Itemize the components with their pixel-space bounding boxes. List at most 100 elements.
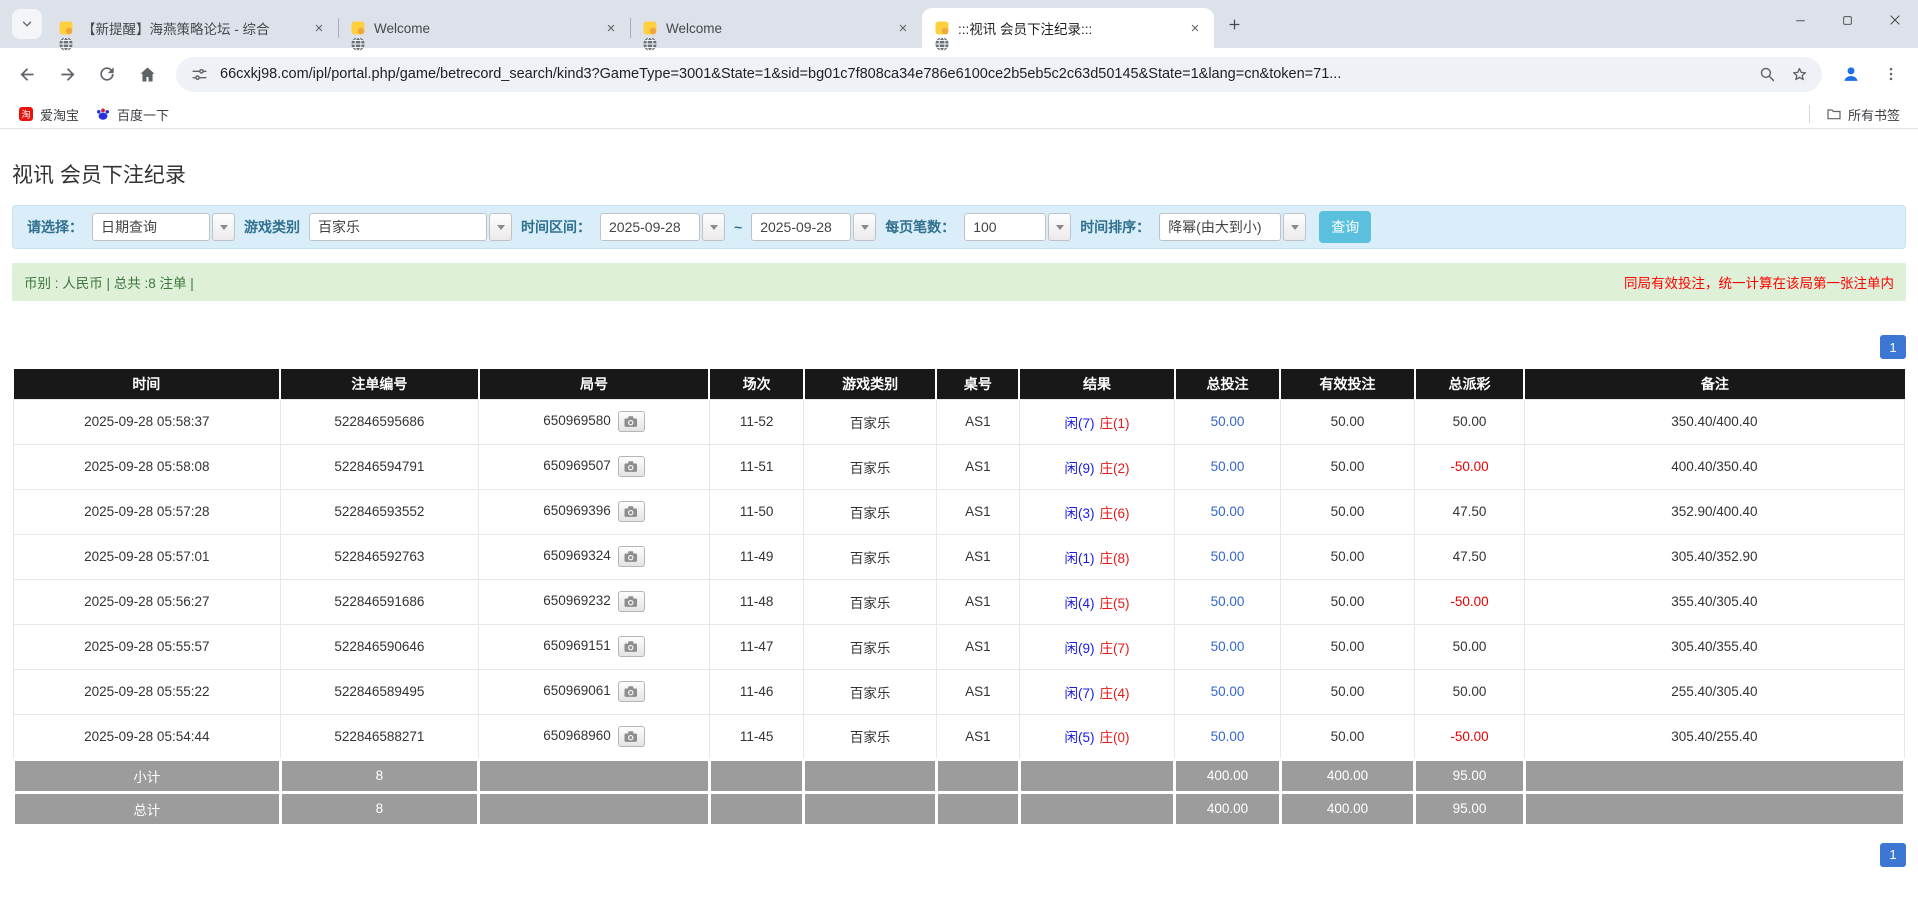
- column-header[interactable]: 时间: [14, 369, 281, 399]
- total-valid-bet: 400.00: [1280, 792, 1414, 825]
- cell-payout: 50.00: [1415, 399, 1525, 444]
- site-settings-icon[interactable]: [188, 63, 210, 85]
- column-header[interactable]: 总投注: [1175, 369, 1281, 399]
- browser-tab[interactable]: Welcome ×: [338, 8, 630, 48]
- browser-tab[interactable]: Welcome ×: [630, 8, 922, 48]
- cell-payout: -50.00: [1415, 579, 1525, 624]
- page-content: 视讯 会员下注纪录 请选择： 日期查询 游戏类别 百家乐 时间区间： 2025-…: [0, 159, 1918, 867]
- browser-tab[interactable]: :::视讯 会员下注纪录::: ×: [922, 8, 1214, 48]
- column-header[interactable]: 局号: [479, 369, 710, 399]
- tab-close-icon[interactable]: ×: [894, 19, 912, 37]
- page-number-button[interactable]: 1: [1880, 335, 1906, 359]
- tab-title: Welcome: [666, 21, 886, 36]
- menu-dots-icon[interactable]: [1874, 57, 1908, 91]
- window-maximize-button[interactable]: [1824, 0, 1871, 40]
- round-number: 650969061: [543, 683, 611, 698]
- result-player: 闲(4): [1064, 596, 1094, 611]
- cell-bet-id: 522846590646: [280, 624, 479, 669]
- bookmark-star-icon[interactable]: [1788, 63, 1810, 85]
- video-replay-button[interactable]: [618, 636, 645, 657]
- date-to-picker[interactable]: 2025-09-28: [751, 213, 876, 241]
- bookmark-item[interactable]: 淘 爱淘宝: [10, 102, 87, 127]
- address-bar[interactable]: 66cxkj98.com/ipl/portal.php/game/betreco…: [176, 57, 1822, 92]
- sort-value[interactable]: 降幂(由大到小): [1159, 213, 1281, 241]
- query-button[interactable]: 查询: [1319, 211, 1371, 243]
- profile-avatar[interactable]: [1834, 57, 1868, 91]
- column-header[interactable]: 场次: [709, 369, 804, 399]
- tab-close-icon[interactable]: ×: [1186, 19, 1204, 37]
- total-total-bet: 400.00: [1175, 792, 1281, 825]
- total-bet-link[interactable]: 50.00: [1211, 594, 1245, 609]
- date-from-dropdown-arrow[interactable]: [702, 213, 725, 241]
- column-header[interactable]: 有效投注: [1280, 369, 1414, 399]
- cell-bet-id: 522846595686: [280, 399, 479, 444]
- column-header[interactable]: 总派彩: [1415, 369, 1525, 399]
- column-header[interactable]: 备注: [1524, 369, 1904, 399]
- date-to-dropdown-arrow[interactable]: [853, 213, 876, 241]
- query-type-combobox[interactable]: 日期查询: [92, 213, 235, 241]
- reload-button[interactable]: [90, 57, 124, 91]
- home-button[interactable]: [130, 57, 164, 91]
- bookmark-label: 百度一下: [117, 105, 169, 124]
- page-size-dropdown-arrow[interactable]: [1048, 213, 1071, 241]
- window-minimize-button[interactable]: [1777, 0, 1824, 40]
- total-bet-link[interactable]: 50.00: [1211, 684, 1245, 699]
- result-banker: 庄(2): [1099, 461, 1129, 476]
- page-size-value[interactable]: 100: [964, 213, 1046, 241]
- folder-icon: [1826, 106, 1842, 122]
- new-tab-button[interactable]: [1220, 10, 1248, 38]
- back-button[interactable]: [10, 57, 44, 91]
- cell-bet-id: 522846594791: [280, 444, 479, 489]
- bookmark-label: 爱淘宝: [40, 105, 79, 124]
- sort-combobox[interactable]: 降幂(由大到小): [1159, 213, 1306, 241]
- total-bet-link[interactable]: 50.00: [1211, 639, 1245, 654]
- video-replay-button[interactable]: [618, 456, 645, 477]
- query-type-value[interactable]: 日期查询: [92, 213, 210, 241]
- zoom-icon[interactable]: [1756, 63, 1778, 85]
- browser-tab[interactable]: 【新提醒】海燕策略论坛 - 综合 ×: [46, 8, 338, 48]
- tab-close-icon[interactable]: ×: [602, 19, 620, 37]
- cell-bet-id: 522846589495: [280, 669, 479, 714]
- tab-search-button[interactable]: [12, 9, 42, 39]
- game-type-combobox[interactable]: 百家乐: [309, 213, 512, 241]
- video-replay-button[interactable]: [618, 546, 645, 567]
- cell-valid-bet: 50.00: [1280, 399, 1414, 444]
- round-number: 650969151: [543, 638, 611, 653]
- total-bet-link[interactable]: 50.00: [1211, 459, 1245, 474]
- query-type-dropdown-arrow[interactable]: [212, 213, 235, 241]
- cell-game-type: 百家乐: [804, 489, 936, 534]
- column-header[interactable]: 游戏类别: [804, 369, 936, 399]
- total-bet-link[interactable]: 50.00: [1211, 414, 1245, 429]
- window-close-button[interactable]: [1871, 0, 1918, 40]
- total-bet-link[interactable]: 50.00: [1211, 504, 1245, 519]
- video-replay-button[interactable]: [618, 501, 645, 522]
- video-replay-button[interactable]: [618, 411, 645, 432]
- forward-button[interactable]: [50, 57, 84, 91]
- page-number-button[interactable]: 1: [1880, 843, 1906, 867]
- game-type-dropdown-arrow[interactable]: [489, 213, 512, 241]
- video-replay-button[interactable]: [618, 726, 645, 747]
- column-header[interactable]: 结果: [1019, 369, 1174, 399]
- result-player: 闲(3): [1064, 506, 1094, 521]
- total-bet-link[interactable]: 50.00: [1211, 549, 1245, 564]
- tab-title: Welcome: [374, 21, 594, 36]
- column-header[interactable]: 注单编号: [280, 369, 479, 399]
- game-type-value[interactable]: 百家乐: [309, 213, 487, 241]
- cell-round: 650969232: [479, 579, 710, 624]
- date-to-value[interactable]: 2025-09-28: [751, 213, 851, 241]
- date-from-picker[interactable]: 2025-09-28: [600, 213, 725, 241]
- sort-dropdown-arrow[interactable]: [1283, 213, 1306, 241]
- video-replay-button[interactable]: [618, 681, 645, 702]
- bookmark-item[interactable]: 百度一下: [87, 102, 177, 127]
- cell-table-no: AS1: [936, 534, 1019, 579]
- cell-valid-bet: 50.00: [1280, 669, 1414, 714]
- all-bookmarks-button[interactable]: 所有书签: [1818, 102, 1908, 127]
- page-size-combobox[interactable]: 100: [964, 213, 1071, 241]
- url-text[interactable]: 66cxkj98.com/ipl/portal.php/game/betreco…: [220, 66, 1746, 82]
- total-bet-link[interactable]: 50.00: [1211, 729, 1245, 744]
- date-from-value[interactable]: 2025-09-28: [600, 213, 700, 241]
- cell-valid-bet: 50.00: [1280, 444, 1414, 489]
- video-replay-button[interactable]: [618, 591, 645, 612]
- column-header[interactable]: 桌号: [936, 369, 1019, 399]
- tab-close-icon[interactable]: ×: [310, 19, 328, 37]
